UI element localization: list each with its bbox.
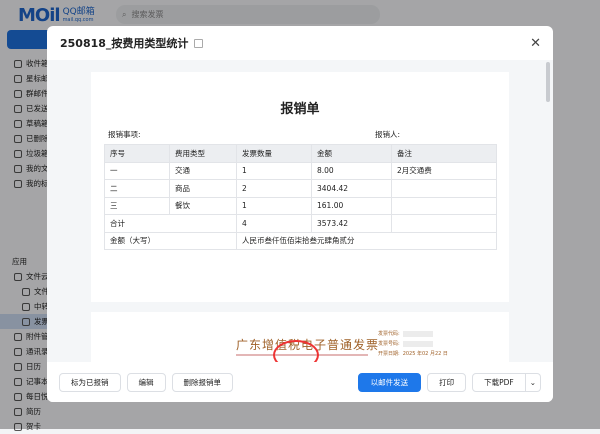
cell: [391, 196, 497, 215]
cell: 4: [236, 214, 312, 233]
table-row: 二商品 2 3404.42: [104, 179, 497, 198]
cell: 一: [104, 161, 170, 180]
cell: 餐饮: [169, 196, 237, 215]
col-header: 费用类型: [169, 144, 237, 163]
cell: 8.00: [311, 161, 392, 180]
invoice-stamp: [273, 340, 319, 362]
report-table: 序号 费用类型 发票数量 金额 备注 一交通 1 8.00 2月交通费 二商品 2 340…: [104, 144, 497, 250]
total-row: 合计 4 3573.42: [104, 214, 497, 233]
edit-button[interactable]: 编辑: [126, 372, 166, 392]
cell: 1: [236, 161, 312, 180]
cell: 二: [104, 179, 170, 198]
modal-header: 250818_按费用类型统计 ✕: [47, 26, 553, 60]
print-button[interactable]: 打印: [427, 372, 467, 392]
table-header: 序号 费用类型 发票数量 金额 备注: [104, 144, 497, 163]
modal-body[interactable]: 报销单 报销事项: 报销人: 序号 费用类型 发票数量 金额 备注 一交通 1 8.0…: [47, 60, 553, 362]
invoice-preview: 广东增值税电子普通发票 发票代码: 发票号码: 开票日期: 2025 年02 月2…: [91, 312, 509, 362]
cell: 3404.42: [311, 179, 392, 198]
matter-label: 报销事项:: [108, 130, 141, 139]
edit-title-icon[interactable]: [194, 38, 204, 48]
modal-title: 250818_按费用类型统计: [60, 37, 189, 50]
table-row: 一交通 1 8.00 2月交通费: [104, 161, 497, 180]
cell: 161.00: [311, 196, 392, 215]
invoice-code-field: 发票代码:: [378, 330, 433, 337]
download-pdf-button[interactable]: 下载PDF: [472, 372, 526, 392]
col-header: 序号: [104, 144, 170, 163]
col-header: 备注: [391, 144, 497, 163]
cell: 金额（大写）: [104, 231, 237, 250]
value: 2025 年02 月22 日: [402, 351, 448, 357]
cell: 交通: [169, 161, 237, 180]
capital-row: 金额（大写） 人民币叁仟伍佰柒拾叁元肆角贰分: [104, 231, 497, 250]
cell: [391, 214, 497, 233]
chevron-down-icon[interactable]: ⌄: [525, 372, 541, 392]
cell: 2月交通费: [391, 161, 497, 180]
cell: 商品: [169, 179, 237, 198]
mark-paid-button[interactable]: 标为已报销: [59, 372, 121, 392]
cell: 三: [104, 196, 170, 215]
invoice-number-field: 发票号码:: [378, 340, 433, 347]
close-icon[interactable]: ✕: [530, 36, 541, 51]
delete-report-button[interactable]: 删除报销单: [171, 372, 233, 392]
report-sheet: 报销单 报销事项: 报销人: 序号 费用类型 发票数量 金额 备注 一交通 1 8.0…: [91, 72, 509, 302]
report-modal: 250818_按费用类型统计 ✕ 报销单 报销事项: 报销人: 序号 费用类型 发…: [47, 26, 553, 402]
cell: 人民币叁仟伍佰柒拾叁元肆角贰分: [236, 231, 497, 250]
label: 开票日期:: [378, 351, 400, 357]
scrollbar[interactable]: [546, 62, 550, 102]
label: 发票号码:: [378, 341, 400, 347]
label: 发票代码:: [378, 331, 400, 337]
table-row: 三餐饮 1 161.00: [104, 196, 497, 215]
col-header: 发票数量: [236, 144, 312, 163]
cell: 1: [236, 196, 312, 215]
cell: 3573.42: [311, 214, 392, 233]
cell: 合计: [104, 214, 237, 233]
report-title: 报销单: [280, 102, 320, 117]
modal-footer: 标为已报销 编辑 删除报销单 以邮件发送 打印 下载PDF ⌄: [47, 362, 553, 402]
person-label: 报销人:: [374, 130, 400, 139]
cell: [391, 179, 497, 198]
cell: 2: [236, 179, 312, 198]
send-email-button[interactable]: 以邮件发送: [357, 372, 422, 392]
invoice-date-field: 开票日期: 2025 年02 月22 日: [378, 350, 448, 357]
col-header: 金额: [311, 144, 392, 163]
